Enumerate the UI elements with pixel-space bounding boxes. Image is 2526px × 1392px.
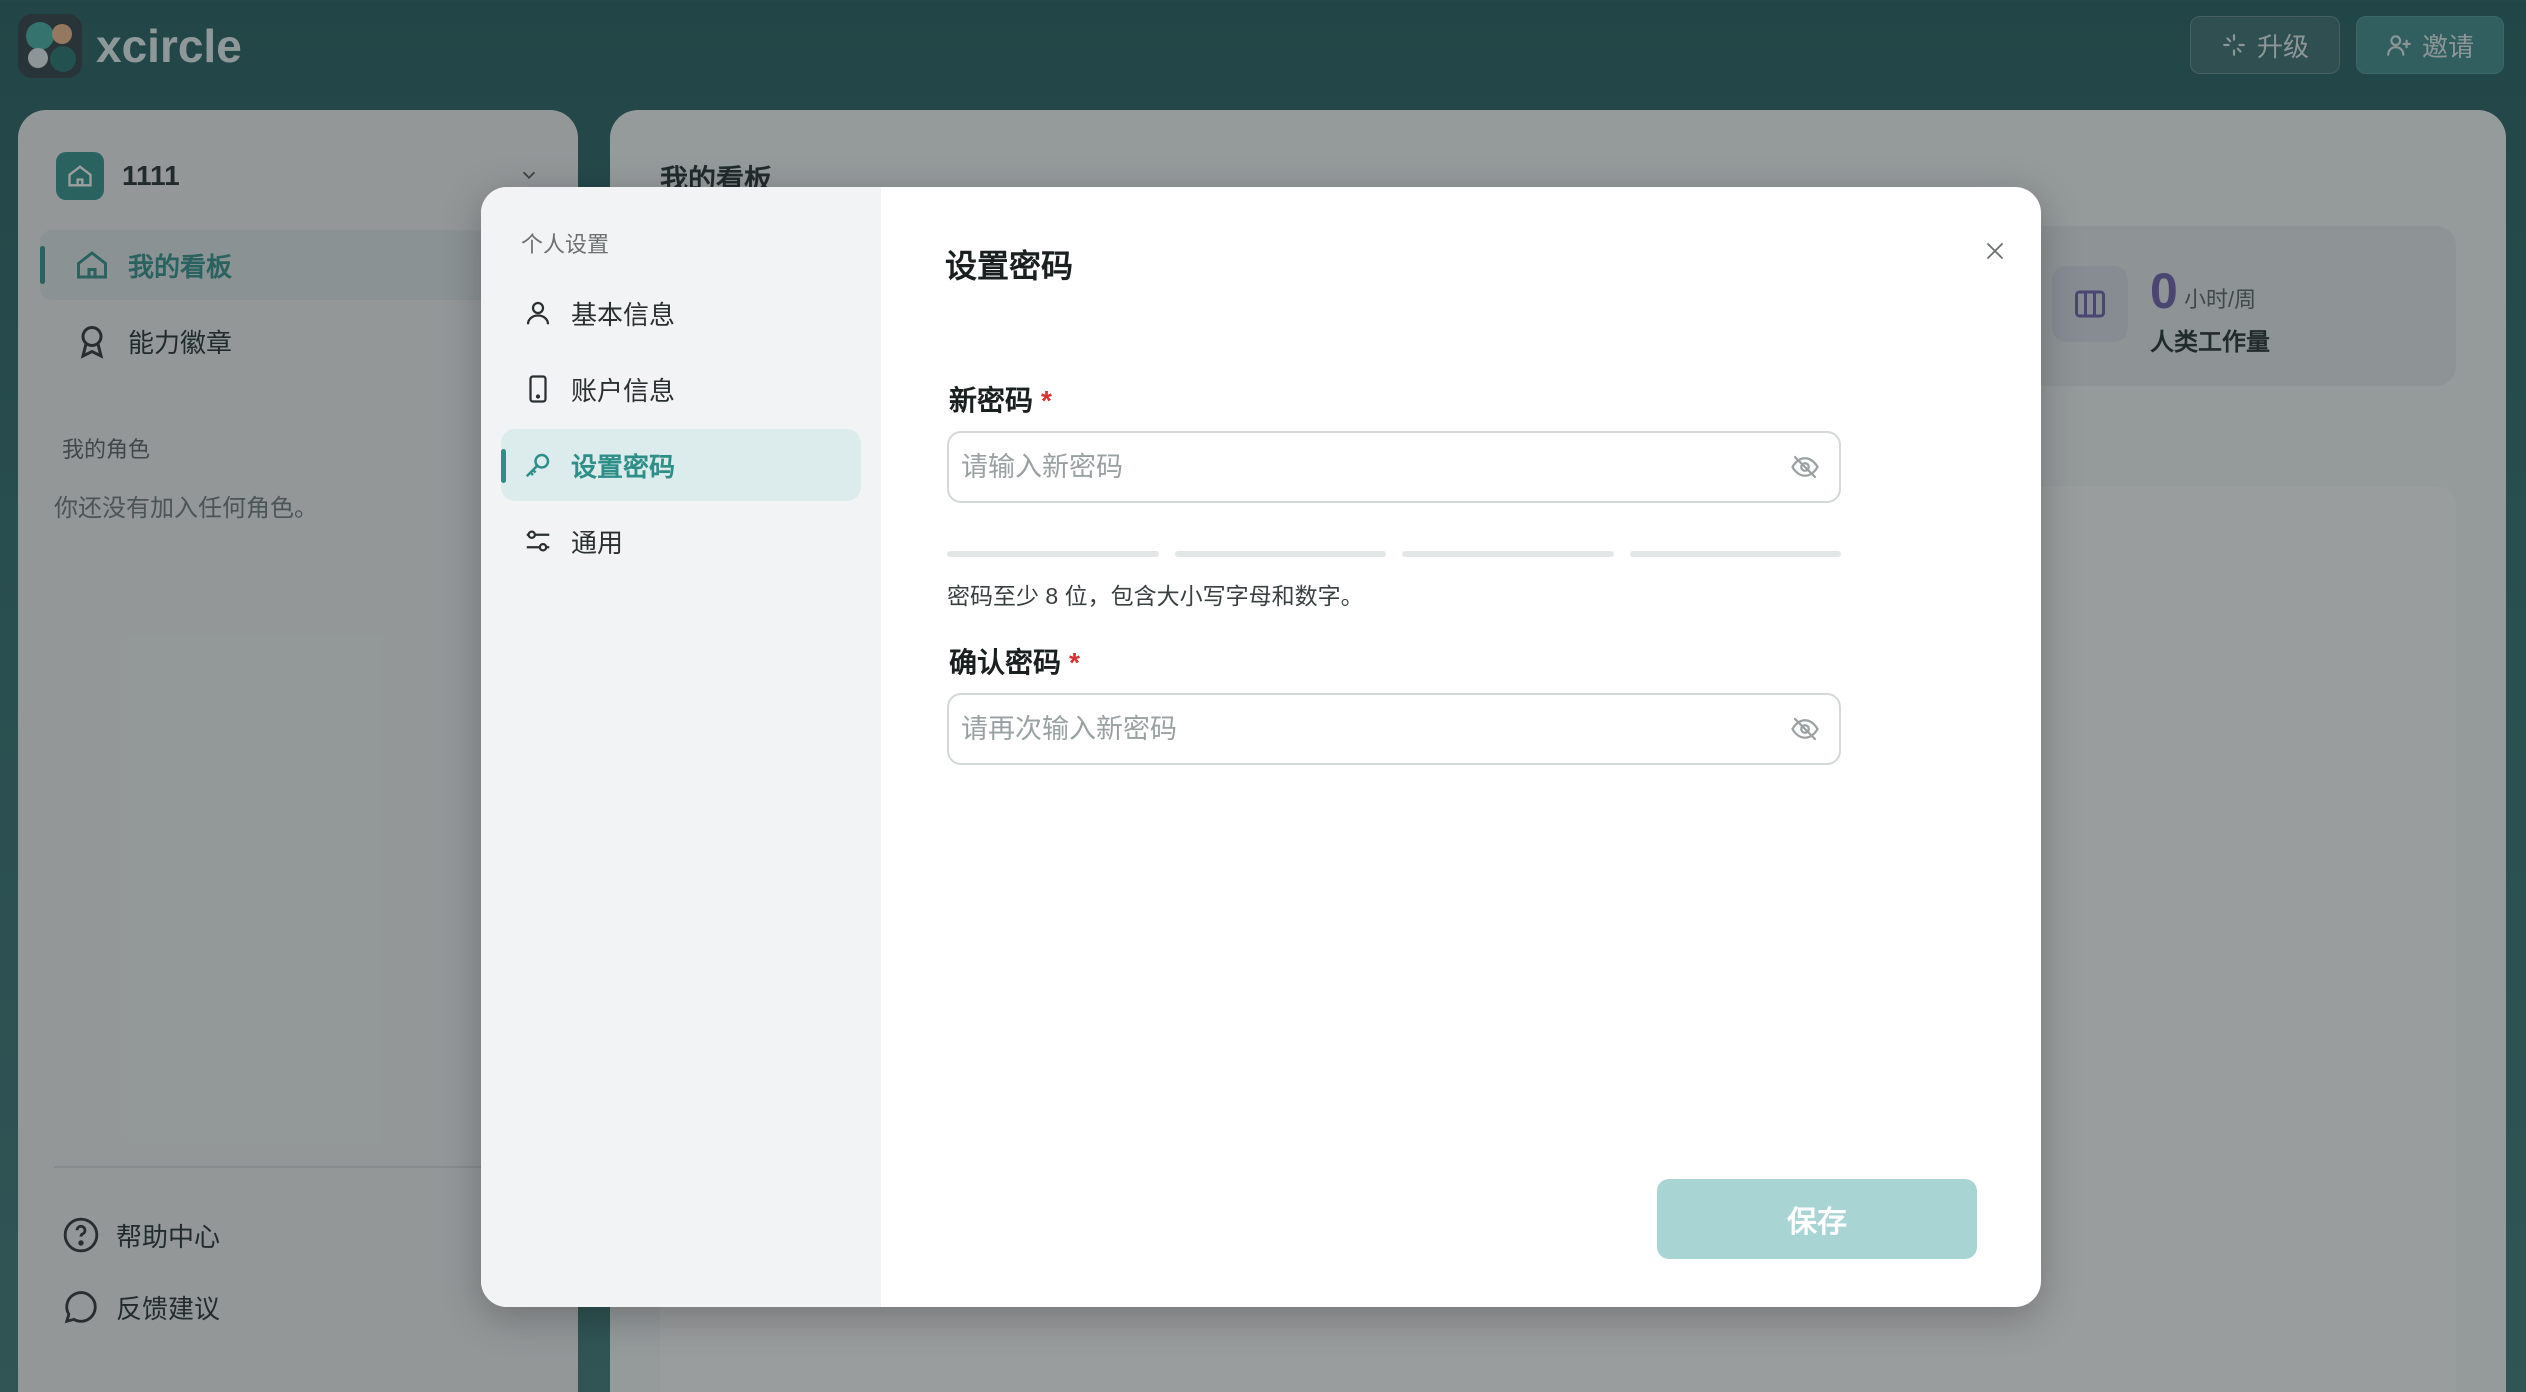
required-mark: * (1069, 647, 1080, 678)
new-password-label-text: 新密码 (949, 385, 1034, 416)
settings-item-basic-info[interactable]: 基本信息 (501, 277, 861, 349)
new-password-input[interactable] (961, 451, 1783, 483)
new-password-field[interactable] (947, 431, 1841, 503)
set-password-panel: 设置密码 新密码 * 密码至少 8 位，包含大小写字母和数字。 确认密码 * 保… (881, 187, 2041, 1307)
key-icon (525, 453, 550, 478)
settings-menu-title: 个人设置 (521, 232, 610, 257)
password-hint: 密码至少 8 位，包含大小写字母和数字。 (947, 583, 1364, 609)
close-icon (1987, 243, 2003, 259)
user-icon (526, 301, 550, 325)
confirm-password-input[interactable] (961, 713, 1783, 745)
eye-off-icon[interactable] (1783, 445, 1827, 489)
dialog-title: 设置密码 (945, 248, 1074, 284)
new-password-label: 新密码 * (949, 379, 1052, 419)
confirm-password-label-text: 确认密码 (949, 647, 1062, 678)
settings-modal: 个人设置 基本信息 账户信息 设置密码 通用 设置密码 新密码 * 密码至少 8… (481, 187, 2041, 1307)
strength-segment (947, 551, 1159, 557)
settings-menu: 个人设置 基本信息 账户信息 设置密码 通用 (481, 187, 881, 1307)
required-mark: * (1041, 385, 1052, 416)
password-strength-meter (947, 551, 1841, 557)
settings-item-set-password[interactable]: 设置密码 (501, 429, 861, 501)
strength-segment (1174, 551, 1386, 557)
settings-item-account-info[interactable]: 账户信息 (501, 353, 861, 425)
settings-item-label: 基本信息 (571, 299, 676, 330)
phone-icon (529, 375, 547, 403)
settings-item-label: 通用 (571, 527, 624, 558)
settings-sliders-icon (526, 530, 550, 552)
strength-segment (1629, 551, 1841, 557)
settings-item-general[interactable]: 通用 (501, 505, 861, 577)
settings-item-label: 设置密码 (571, 451, 676, 482)
confirm-password-field[interactable] (947, 693, 1841, 765)
eye-off-icon[interactable] (1783, 707, 1827, 751)
save-button[interactable]: 保存 (1657, 1179, 1977, 1259)
strength-segment (1402, 551, 1614, 557)
confirm-password-label: 确认密码 * (949, 641, 1080, 681)
settings-item-label: 账户信息 (571, 375, 676, 406)
close-button[interactable] (1971, 227, 2019, 275)
